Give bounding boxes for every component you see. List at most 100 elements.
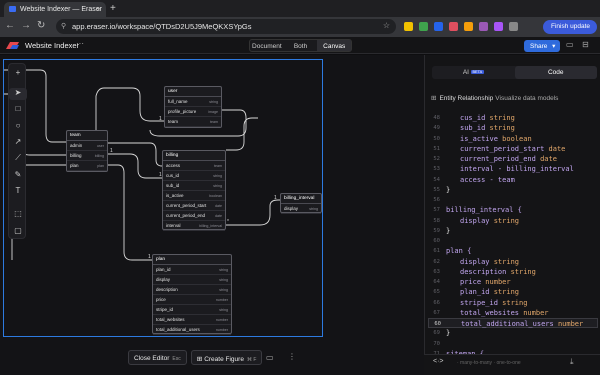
line-number: 49 [433,125,440,132]
extension-icon[interactable] [509,22,518,31]
entity-row: access team [163,161,225,171]
close-tab-icon[interactable]: × [96,5,101,14]
extension-icon[interactable] [434,22,443,31]
url-input[interactable]: ⚲ app.eraser.io/workspace/QTDsD2U5J9MeQK… [56,19,396,34]
comments-icon[interactable]: ▭ [566,40,574,49]
select-tool[interactable]: ➤ [9,88,27,100]
create-figure-label: Create Figure [204,355,244,363]
more-options-icon[interactable]: ⋮ [288,352,296,361]
share-button[interactable]: Share ▾ [524,40,560,52]
entity-row: description string [153,285,231,295]
forward-icon[interactable]: → [21,20,31,31]
tab-code[interactable]: Code [514,66,597,79]
entity-row: price number [153,295,231,305]
entity-row: profile_picture image [165,107,221,117]
close-editor-label: Close Editor [134,354,170,362]
entity-row: billing billing [67,151,107,161]
entity-title: billing_interval [281,194,321,204]
bookmark-star-icon[interactable]: ☆ [383,21,390,30]
code-line: 48 cus_id string [428,113,598,123]
close-editor-button[interactable]: Close Editor Esc [128,350,187,365]
diagram-type-selector[interactable]: ⊞ Entity Relationship Visualize data model… [431,94,558,102]
new-tab-button[interactable]: + [110,3,116,14]
line-number: 65 [433,289,440,296]
code-line: 54 access - team [428,175,598,185]
code-text: display string [460,257,520,266]
extension-icon[interactable] [449,22,458,31]
comment-tool[interactable]: ▢ [9,226,27,238]
entity-billing-interval[interactable]: billing_interval display string [280,193,322,214]
project-menu-icon[interactable]: ··· [76,39,84,48]
line-number: 63 [433,268,440,275]
entity-row: current_period_end date [163,211,225,221]
entity-title: team [67,131,107,141]
code-text: plan { [446,247,472,256]
entity-row: display string [153,275,231,285]
back-icon[interactable]: ← [5,20,15,31]
code-text: } [446,226,451,235]
entity-title: billing [163,151,225,161]
code-line: 67 total_websites number [428,308,598,318]
arrow-tool[interactable]: ↗ [9,137,27,149]
code-text: } [446,185,451,194]
code-text: price number [460,278,511,286]
code-line: 49 sub_id string [428,123,598,133]
ellipse-tool[interactable]: ○ [9,121,27,133]
eraser-logo-icon[interactable] [6,42,19,49]
rectangle-tool[interactable]: □ [9,104,27,116]
code-line: 60 [428,236,598,246]
reload-icon[interactable]: ↻ [37,20,45,31]
add-tool[interactable]: + [9,68,27,80]
view-mode-both[interactable]: Both [284,40,318,51]
code-line: 59} [428,226,598,236]
view-mode-canvas[interactable]: Canvas [317,40,352,51]
code-text: cus_id string [460,114,515,122]
code-text: current_period_end date [460,155,557,163]
code-text: total_websites number [460,308,549,317]
download-icon[interactable]: ⤓ [570,357,574,367]
sidebar-toggle-icon[interactable]: ⊟ [582,40,589,49]
close-editor-shortcut: Esc [172,355,181,362]
line-number: 53 [433,166,440,173]
entity-plan[interactable]: plan plan_id string display string descrip… [152,254,232,335]
code-line: 51 current_period_start date [428,144,598,154]
project-name[interactable]: Website Indexer [25,41,79,50]
code-format-icon[interactable]: <·> [433,358,444,365]
entity-team[interactable]: team admin user billing billing plan plan [66,130,108,172]
panel-tabs: AI BETA Code [432,66,597,79]
comment-icon[interactable]: ▭ [266,353,274,362]
line-number: 51 [433,145,440,152]
pen-tool[interactable]: ✎ [9,170,27,182]
entity-row: admin user [67,141,107,151]
diagram-type-description: Visualize data models [495,95,559,102]
line-number: 50 [433,135,440,142]
entity-billing[interactable]: billing access team cus_id string sub_id st… [162,150,226,231]
finish-update-button[interactable]: Finish update [543,20,597,34]
entity-user[interactable]: user full_name string profile_picture imag… [164,86,222,128]
create-figure-button[interactable]: ⊞ Create Figure ⌘ F [190,350,263,365]
view-mode-document[interactable]: Document [250,40,284,51]
create-figure-shortcut: ⌘ F [246,356,257,363]
line-number: 69 [433,330,440,337]
code-text: stripe_id string [460,298,528,307]
code-line: 65 plan_id string [428,287,598,297]
extension-icon[interactable] [494,22,503,31]
eraser-favicon-icon [9,6,16,12]
text-tool[interactable]: T [9,186,27,198]
line-number: 60 [433,238,440,244]
line-tool[interactable]: ⟋ [9,153,27,165]
frame-tool[interactable]: ⬚ [9,209,27,221]
share-caret-icon: ▾ [552,43,556,50]
entity-relationship-icon: ⊞ [431,95,437,102]
extension-icon[interactable] [404,22,413,31]
extension-icon[interactable] [479,22,488,31]
browser-tab[interactable]: Website Indexer — Eraser × [4,2,106,17]
code-text: sub_id string [460,124,515,133]
code-line: 64 price number [428,277,598,287]
line-number: 62 [433,258,440,265]
extension-icon[interactable] [464,22,473,31]
code-editor[interactable]: 48 cus_id string 49 sub_id string 50 is_activ… [428,113,598,359]
tab-ai[interactable]: AI BETA [432,66,515,79]
entity-row: plan plan [67,161,107,171]
extension-icon[interactable] [419,22,428,31]
